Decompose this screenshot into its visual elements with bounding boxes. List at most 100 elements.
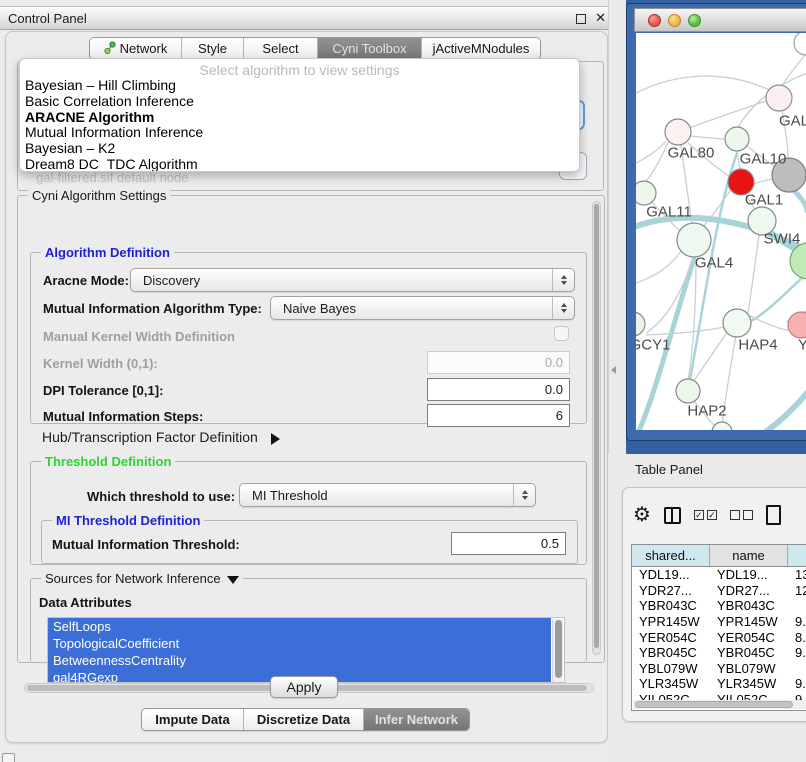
table-row[interactable]: YBR045CYBR045C9. bbox=[632, 645, 806, 661]
settings-vertical-scrollbar[interactable] bbox=[592, 201, 601, 655]
network-canvas[interactable]: GALGAL80GAL10GAL1GAL11SWI4GAL4GCY1HAP4YH… bbox=[636, 33, 806, 430]
algorithm-option[interactable]: Dream8 DC_TDC Algorithm bbox=[20, 156, 579, 172]
table-cell: YPR145W bbox=[632, 614, 710, 629]
network-node-gal80[interactable] bbox=[665, 119, 691, 145]
table-cell: YDL19... bbox=[710, 567, 788, 582]
network-node-gal4[interactable] bbox=[677, 223, 711, 257]
network-node-hap2[interactable] bbox=[676, 379, 700, 403]
mi-steps-field[interactable]: 6 bbox=[427, 404, 570, 427]
minimize-traffic-light-icon[interactable] bbox=[668, 14, 681, 27]
attribute-item[interactable]: TopologicalCoefficient bbox=[48, 635, 551, 652]
table-panel: ⚙ ✓✓ shared...name YDL19...YDL19...13YDR… bbox=[622, 487, 806, 722]
tab-style[interactable]: Style bbox=[182, 38, 244, 59]
tab-jactivemnodules[interactable]: jActiveMNodules bbox=[422, 38, 540, 59]
tab-impute-data[interactable]: Impute Data bbox=[142, 709, 244, 730]
table-row[interactable]: YBL079WYBL079W bbox=[632, 661, 806, 677]
dock-panel-icon[interactable] bbox=[2, 753, 15, 762]
network-view-window[interactable]: GALGAL80GAL10GAL1GAL11SWI4GAL4GCY1HAP4YH… bbox=[626, 3, 806, 441]
algorithm-option[interactable]: Mutual Information Inference bbox=[20, 124, 579, 140]
network-node-hap4[interactable] bbox=[723, 309, 751, 337]
node-label-gal4: GAL4 bbox=[695, 255, 733, 272]
attribute-item[interactable]: BetweennessCentrality bbox=[48, 652, 551, 669]
settings-vscroll-thumb[interactable] bbox=[594, 204, 599, 648]
network-icon bbox=[104, 41, 116, 56]
network-combo-text: gal-filtered.sif default node bbox=[36, 170, 188, 185]
close-traffic-light-icon[interactable] bbox=[648, 14, 661, 27]
attributes-scrollbar[interactable] bbox=[552, 619, 563, 683]
table-cell: YER054C bbox=[710, 630, 788, 645]
collapsed-arrow-icon[interactable] bbox=[271, 433, 280, 445]
columns-icon[interactable] bbox=[664, 507, 681, 524]
mi-threshold-field[interactable]: 0.5 bbox=[451, 532, 566, 555]
network-window-titlebar[interactable] bbox=[634, 8, 806, 32]
table-horizontal-scrollbar[interactable] bbox=[633, 700, 806, 709]
attributes-scroll-thumb[interactable] bbox=[555, 620, 562, 678]
deselect-all-checkboxes-icon[interactable] bbox=[730, 510, 753, 520]
attribute-item[interactable]: SelfLoops bbox=[48, 618, 551, 635]
network-node-y[interactable] bbox=[788, 312, 806, 338]
column-header-shared...[interactable]: shared... bbox=[632, 545, 710, 566]
float-window-icon[interactable] bbox=[576, 14, 586, 24]
network-node-gcy1[interactable] bbox=[636, 312, 645, 336]
mi-type-label: Mutual Information Algorithm Type: bbox=[43, 301, 262, 316]
network-node[interactable] bbox=[794, 33, 806, 55]
mi-threshold-label: Mutual Information Threshold: bbox=[52, 537, 240, 552]
kernel-width-label: Kernel Width (0,1): bbox=[43, 356, 158, 371]
apply-button[interactable]: Apply bbox=[270, 676, 338, 698]
mi-type-combo[interactable]: Naive Bayes bbox=[270, 296, 575, 320]
algorithm-option[interactable]: ARACNE Algorithm bbox=[20, 109, 579, 125]
node-table: shared...name YDL19...YDL19...13YDR27...… bbox=[631, 544, 806, 711]
manual-kernel-checkbox[interactable] bbox=[554, 326, 569, 341]
network-node[interactable] bbox=[712, 422, 732, 430]
node-label-swi4: SWI4 bbox=[764, 231, 801, 248]
zoom-traffic-light-icon[interactable] bbox=[688, 14, 701, 27]
table-row[interactable]: YDL19...YDL19...13 bbox=[632, 567, 806, 583]
file-icon[interactable] bbox=[766, 505, 781, 525]
expanded-arrow-icon[interactable] bbox=[227, 576, 239, 584]
table-hscroll-thumb[interactable] bbox=[635, 701, 793, 708]
table-cell: YDR27... bbox=[632, 583, 710, 598]
threshold-definition-title: Threshold Definition bbox=[41, 454, 175, 469]
node-label-gal10: GAL10 bbox=[740, 151, 787, 168]
dpi-tolerance-field[interactable]: 0.0 bbox=[427, 378, 570, 401]
tab-network[interactable]: Network bbox=[90, 38, 182, 59]
table-cell: YDL19... bbox=[632, 567, 710, 582]
edge bbox=[636, 251, 681, 283]
algorithm-option[interactable]: Bayesian – K2 bbox=[20, 140, 579, 156]
splitter-collapse-icon[interactable] bbox=[611, 366, 616, 374]
table-row[interactable]: YDR27...YDR27...12 bbox=[632, 583, 806, 599]
network-node-gal10[interactable] bbox=[725, 127, 749, 151]
column-header-extra[interactable] bbox=[788, 545, 806, 566]
column-header-name[interactable]: name bbox=[710, 545, 788, 566]
algorithm-option[interactable]: Bayesian – Hill Climbing bbox=[20, 77, 579, 93]
table-cell: 9. bbox=[788, 676, 806, 691]
tab-select[interactable]: Select bbox=[244, 38, 318, 59]
which-threshold-combo[interactable]: MI Threshold bbox=[239, 483, 536, 507]
table-row[interactable]: YER054CYER054C8. bbox=[632, 629, 806, 645]
gear-icon[interactable]: ⚙ bbox=[633, 505, 651, 525]
tab-discretize-data[interactable]: Discretize Data bbox=[244, 709, 364, 730]
table-header-row: shared...name bbox=[632, 545, 806, 567]
edge bbox=[782, 55, 805, 86]
table-cell: 8. bbox=[788, 630, 806, 645]
hub-definition-section[interactable]: Hub/Transcription Factor Definition bbox=[42, 429, 280, 445]
table-row[interactable]: YPR145WYPR145W9. bbox=[632, 614, 806, 630]
tab-infer-network[interactable]: Infer Network bbox=[364, 709, 469, 730]
edge bbox=[646, 141, 669, 181]
table-row[interactable]: YBR043CYBR043C bbox=[632, 598, 806, 614]
data-attributes-list: SelfLoopsTopologicalCoefficientBetweenne… bbox=[47, 617, 565, 683]
tab-label: Style bbox=[198, 41, 227, 56]
close-window-icon[interactable]: ✕ bbox=[595, 10, 606, 26]
algorithm-option[interactable]: Basic Correlation Inference bbox=[20, 93, 579, 109]
tab-cyni-toolbox[interactable]: Cyni Toolbox bbox=[318, 38, 422, 59]
combo-spinner-icon bbox=[552, 269, 574, 291]
aracne-mode-combo[interactable]: Discovery bbox=[130, 268, 575, 292]
apply-button-label: Apply bbox=[286, 679, 321, 695]
network-node-gal[interactable] bbox=[766, 85, 792, 111]
node-label-gcy1: GCY1 bbox=[636, 337, 670, 354]
kernel-width-field[interactable]: 0.0 bbox=[427, 351, 570, 374]
table-row[interactable]: YLR345WYLR345W9. bbox=[632, 676, 806, 692]
node-label-hap4: HAP4 bbox=[738, 337, 777, 354]
select-all-checkboxes-icon[interactable]: ✓✓ bbox=[694, 510, 717, 520]
network-node-gal11[interactable] bbox=[636, 181, 656, 205]
